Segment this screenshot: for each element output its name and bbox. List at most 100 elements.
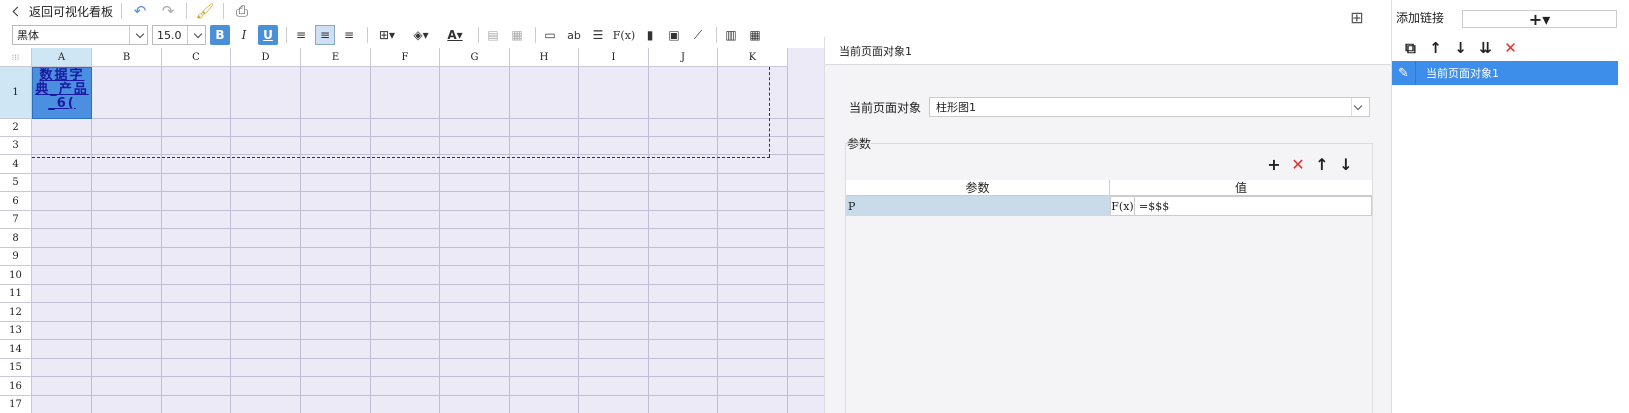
object-label: 当前页面对象 bbox=[849, 100, 922, 115]
row-header[interactable]: 11 bbox=[0, 285, 32, 303]
underline-button[interactable]: U bbox=[258, 25, 278, 45]
grid-hline bbox=[32, 210, 824, 211]
row-header[interactable]: 3 bbox=[0, 137, 32, 155]
page-break-line bbox=[769, 67, 770, 157]
link-tools: ⧉ ↑ ↓ ⇊ ✕ bbox=[1392, 36, 1629, 60]
image-icon[interactable]: ▣ bbox=[664, 25, 684, 45]
align-center-icon[interactable]: ≡ bbox=[315, 25, 335, 45]
font-family-select[interactable]: 黑体 bbox=[12, 25, 148, 45]
undo-icon[interactable]: ↶ bbox=[130, 1, 150, 21]
hyperlink-settings-panel: 当前页面对象1 当前页面对象 柱形图1 参数 + ✕ ↑ ↓ 参数 值 P F(… bbox=[824, 37, 1392, 413]
param-value-cell[interactable]: F(x) =$$$ bbox=[1110, 196, 1372, 216]
toolbar-divider bbox=[223, 3, 225, 19]
add-icon[interactable]: + bbox=[1262, 154, 1286, 174]
param-table: 参数 值 P F(x) =$$$ bbox=[846, 180, 1372, 216]
move-down-icon[interactable]: ↓ bbox=[1334, 154, 1358, 174]
font-size-select[interactable]: 15.0 bbox=[152, 25, 206, 45]
grid-hline bbox=[32, 376, 824, 377]
back-to-dashboard-button[interactable]: 返回可视化看板 bbox=[0, 0, 113, 22]
move-down-icon[interactable]: ↓ bbox=[1448, 38, 1473, 58]
row-header[interactable]: 6 bbox=[0, 192, 32, 211]
link-list-panel: 添加链接 +▾ ⧉ ↑ ↓ ⇊ ✕ ✎ 当前页面对象1 bbox=[1391, 0, 1629, 413]
paragraph-icon[interactable]: ☰ bbox=[588, 25, 608, 45]
row-header[interactable]: 7 bbox=[0, 211, 32, 229]
delete-icon[interactable]: ✕ bbox=[1498, 38, 1523, 58]
preview-icon[interactable]: ⎙ bbox=[232, 1, 252, 21]
row-header[interactable]: 14 bbox=[0, 340, 32, 359]
grid-hline bbox=[32, 191, 824, 192]
grid-hline bbox=[32, 247, 824, 248]
grid-hline bbox=[32, 136, 824, 137]
param-name-cell[interactable]: P bbox=[846, 196, 1110, 216]
redo-icon[interactable]: ↷ bbox=[158, 1, 178, 21]
column-header[interactable]: H bbox=[510, 48, 579, 67]
text-button[interactable]: ab bbox=[564, 25, 584, 45]
column-header[interactable]: B bbox=[92, 48, 162, 67]
align-left-icon[interactable]: ≡ bbox=[291, 25, 311, 45]
copy-icon[interactable]: ⧉ bbox=[1398, 38, 1423, 58]
table-row[interactable]: P F(x) =$$$ bbox=[846, 196, 1372, 216]
corner-header[interactable]: ⁝⁝⁝ bbox=[0, 48, 32, 67]
font-size-value: 15.0 bbox=[157, 28, 182, 42]
fill-color-icon[interactable]: ◈▾ bbox=[406, 25, 436, 45]
merge-cells-icon[interactable]: ▤ bbox=[483, 25, 503, 45]
italic-button[interactable]: I bbox=[234, 25, 254, 45]
grid-icon[interactable]: ▦ bbox=[745, 25, 765, 45]
row-header[interactable]: 17 bbox=[0, 396, 32, 413]
grid-hline bbox=[32, 302, 824, 303]
row-header[interactable]: 13 bbox=[0, 322, 32, 340]
column-header[interactable]: K bbox=[718, 48, 788, 67]
move-up-icon[interactable]: ↑ bbox=[1310, 154, 1334, 174]
param-table-header: 参数 值 bbox=[846, 180, 1372, 196]
object-row: 当前页面对象 柱形图1 bbox=[849, 97, 1371, 117]
align-right-icon[interactable]: ≡ bbox=[339, 25, 359, 45]
column-header[interactable]: A bbox=[32, 48, 92, 67]
row-header[interactable]: 5 bbox=[0, 174, 32, 192]
link-item-label: 当前页面对象1 bbox=[1426, 67, 1499, 80]
row-header[interactable]: 10 bbox=[0, 266, 32, 285]
grid-hline bbox=[32, 284, 824, 285]
object-select[interactable]: 柱形图1 bbox=[929, 97, 1371, 117]
border-icon[interactable]: ⊞▾ bbox=[372, 25, 402, 45]
widget-settings-icon[interactable]: ⊞ bbox=[1346, 6, 1368, 28]
font-color-icon[interactable]: A▾ bbox=[440, 25, 470, 45]
slash-icon[interactable]: ⟋ bbox=[688, 25, 708, 45]
row-header[interactable]: 4 bbox=[0, 155, 32, 174]
column-header[interactable]: E bbox=[301, 48, 371, 67]
split-cells-icon[interactable]: ▦ bbox=[507, 25, 527, 45]
move-up-icon[interactable]: ↑ bbox=[1423, 38, 1448, 58]
add-link-button[interactable]: +▾ bbox=[1462, 10, 1617, 29]
column-header[interactable]: C bbox=[162, 48, 231, 67]
bold-button[interactable]: B bbox=[210, 25, 230, 45]
column-header[interactable]: F bbox=[371, 48, 440, 67]
column-header[interactable]: J bbox=[649, 48, 718, 67]
column-header[interactable]: I bbox=[579, 48, 649, 67]
row-header[interactable]: 9 bbox=[0, 248, 32, 266]
row-header[interactable]: 1 bbox=[0, 67, 32, 119]
row-header[interactable]: 16 bbox=[0, 377, 32, 396]
grid-hline bbox=[32, 154, 824, 155]
formula-button[interactable]: F(x) bbox=[1111, 197, 1135, 215]
row-header[interactable]: 12 bbox=[0, 303, 32, 322]
cell-a1-selected[interactable]: 数据字典_产品_6( bbox=[32, 67, 92, 119]
grid-hline bbox=[32, 339, 824, 340]
format-toolbar: 黑体 15.0 B I U ≡ ≡ ≡ ⊞▾ ◈▾ A▾ ▤ ▦ ▭ ab ☰ … bbox=[0, 22, 824, 48]
row-header[interactable]: 15 bbox=[0, 359, 32, 377]
table-style-icon[interactable]: ▥ bbox=[721, 25, 741, 45]
column-header[interactable]: D bbox=[231, 48, 301, 67]
header-value: 值 bbox=[1234, 181, 1247, 195]
column-header[interactable]: G bbox=[440, 48, 510, 67]
list-item[interactable]: ✎ 当前页面对象1 bbox=[1392, 61, 1618, 85]
page-break-line bbox=[32, 157, 770, 158]
wrap-text-icon[interactable]: ▭ bbox=[540, 25, 560, 45]
row-header[interactable]: 2 bbox=[0, 119, 32, 137]
formula-button[interactable]: F(x) bbox=[612, 25, 636, 45]
sort-icon[interactable]: ⇊ bbox=[1473, 38, 1498, 58]
chart-icon[interactable]: ▮ bbox=[640, 25, 660, 45]
object-value: 柱形图1 bbox=[936, 101, 977, 114]
delete-icon[interactable]: ✕ bbox=[1286, 154, 1310, 174]
header-param: 参数 bbox=[846, 180, 1110, 195]
row-header[interactable]: 8 bbox=[0, 229, 32, 248]
format-brush-icon[interactable]: 🖌 bbox=[195, 1, 215, 21]
spreadsheet-grid[interactable]: ⁝⁝⁝ ABCDEFGHIJK 1 2 3 4 5 6 7 8 9 10 11 12 13 14 15 16 1… bbox=[0, 48, 824, 413]
